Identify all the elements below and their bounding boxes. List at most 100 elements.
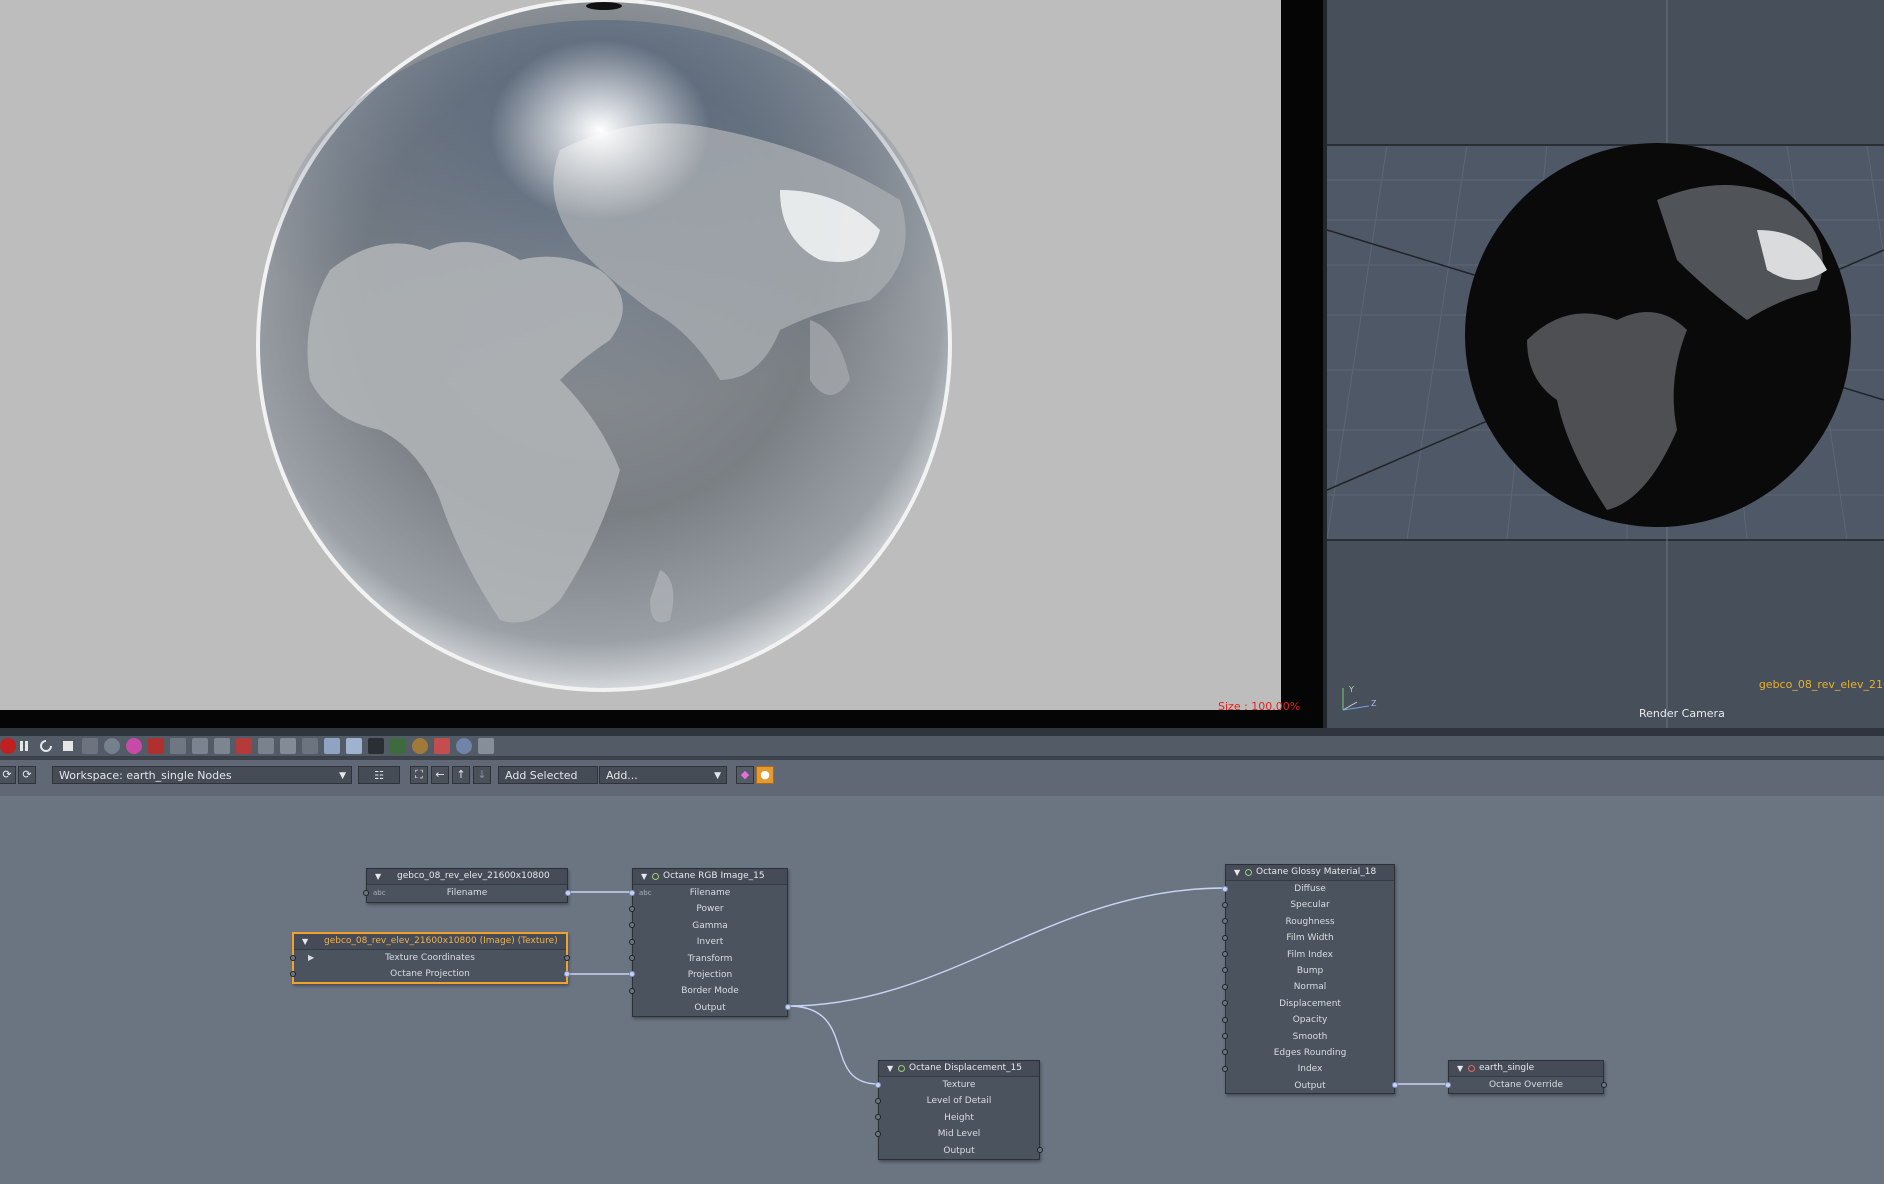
cube-icon[interactable] — [346, 738, 362, 754]
checker-icon[interactable] — [434, 738, 450, 754]
node-header[interactable]: ▼ gebco_08_rev_elev_21600x10800 (Image) … — [294, 934, 566, 950]
port-in-dot[interactable] — [1222, 918, 1228, 925]
camera-icon[interactable] — [104, 738, 120, 754]
port-out-dot[interactable] — [564, 954, 570, 961]
port-normal[interactable]: Normal — [1222, 979, 1394, 995]
fit-icon[interactable]: ⛶ — [410, 766, 428, 784]
node-displacement[interactable]: ▼ Octane Displacement_15 Texture Level o… — [875, 1060, 1043, 1160]
port-invert[interactable]: Invert — [629, 934, 787, 950]
port-opacity[interactable]: Opacity — [1222, 1012, 1394, 1028]
port-texture-coordinates[interactable]: ▶ Texture Coordinates — [290, 950, 570, 966]
focus-icon[interactable] — [280, 738, 296, 754]
port-mid-level[interactable]: Mid Level — [875, 1126, 1039, 1142]
af-icon[interactable] — [82, 738, 98, 754]
node-editor-canvas[interactable]: ▼ gebco_08_rev_elev_21600x10800 abc File… — [0, 796, 1884, 1184]
add-node-dropdown[interactable]: Add... ▼ — [599, 766, 727, 784]
collapse-triangle-icon[interactable]: ▼ — [887, 1061, 893, 1076]
port-in-dot[interactable] — [629, 922, 635, 929]
port-octane-override[interactable]: Octane Override — [1445, 1077, 1607, 1093]
port-octane-projection[interactable]: Octane Projection — [290, 966, 570, 982]
lock-icon[interactable] — [214, 738, 230, 754]
info-icon[interactable] — [170, 738, 186, 754]
port-roughness[interactable]: Roughness — [1222, 914, 1394, 930]
port-in-dot[interactable] — [875, 1114, 881, 1121]
port-in-dot[interactable] — [629, 905, 635, 912]
port-in-dot[interactable] — [1222, 983, 1228, 990]
port-in-dot[interactable] — [1445, 1081, 1451, 1088]
layout-button[interactable]: ☷ — [358, 766, 400, 784]
node-header[interactable]: ▼ Octane Glossy Material_18 — [1226, 865, 1394, 881]
port-gamma[interactable]: Gamma — [629, 918, 787, 934]
port-out-dot[interactable] — [564, 970, 570, 977]
pause-icon[interactable] — [16, 738, 32, 754]
port-height[interactable]: Height — [875, 1110, 1039, 1126]
node-rgb-image[interactable]: ▼ Octane RGB Image_15 abc Filename Power… — [629, 868, 791, 1017]
port-output[interactable]: Output — [879, 1143, 1043, 1159]
port-in-dot[interactable] — [875, 1081, 881, 1088]
node-header[interactable]: ▼ gebco_08_rev_elev_21600x10800 — [367, 869, 567, 885]
port-in-dot[interactable] — [629, 955, 635, 962]
expand-arrow-icon[interactable]: ▶ — [308, 950, 314, 966]
add-selected-button[interactable]: Add Selected — [498, 766, 598, 784]
port-texture[interactable]: Texture — [875, 1077, 1039, 1093]
restart-icon[interactable] — [38, 738, 54, 754]
clear-icon[interactable] — [236, 738, 252, 754]
port-in-dot[interactable] — [363, 889, 369, 896]
port-transform[interactable]: Transform — [629, 951, 787, 967]
port-power[interactable]: Power — [629, 901, 787, 917]
port-level-of-detail[interactable]: Level of Detail — [875, 1093, 1039, 1109]
refresh-icon[interactable]: ⟳ — [0, 766, 16, 784]
pick-icon[interactable] — [258, 738, 274, 754]
node-filename[interactable]: ▼ gebco_08_rev_elev_21600x10800 abc File… — [363, 868, 571, 903]
collapse-triangle-icon[interactable]: ▼ — [641, 869, 647, 884]
arrow-left-icon[interactable]: ← — [431, 766, 449, 784]
port-in-dot[interactable] — [1222, 1000, 1228, 1007]
port-in-dot[interactable] — [875, 1097, 881, 1104]
port-displacement[interactable]: Displacement — [1222, 996, 1394, 1012]
port-out-dot[interactable] — [1601, 1081, 1607, 1088]
port-output[interactable]: Output — [1226, 1078, 1398, 1094]
color-icon[interactable] — [126, 738, 142, 754]
node-image-texture[interactable]: ▼ gebco_08_rev_elev_21600x10800 (Image) … — [290, 932, 570, 984]
collapse-triangle-icon[interactable]: ▼ — [302, 934, 308, 949]
port-output[interactable]: Output — [633, 1000, 791, 1016]
port-in-dot[interactable] — [1222, 1033, 1228, 1040]
port-in-dot[interactable] — [1222, 1065, 1228, 1072]
region-icon[interactable] — [192, 738, 208, 754]
workspace-select[interactable]: Workspace: earth_single Nodes ▼ — [52, 766, 352, 784]
person-icon[interactable] — [412, 738, 428, 754]
record-icon[interactable] — [0, 738, 16, 754]
port-specular[interactable]: Specular — [1222, 897, 1394, 913]
port-in-dot[interactable] — [1222, 1049, 1228, 1056]
circle-toggle-icon[interactable]: ● — [756, 766, 774, 784]
node-earth-single[interactable]: ▼ earth_single Octane Override — [1445, 1060, 1607, 1094]
port-in-dot[interactable] — [629, 938, 635, 945]
diamond-icon[interactable]: ◆ — [736, 766, 754, 784]
arrow-down-icon[interactable]: ↓ — [473, 766, 491, 784]
port-in-dot[interactable] — [1222, 901, 1228, 908]
port-bump[interactable]: Bump — [1222, 963, 1394, 979]
document-icon[interactable] — [478, 738, 494, 754]
terminal-icon[interactable] — [368, 738, 384, 754]
image-icon[interactable] — [390, 738, 406, 754]
port-index[interactable]: Index — [1222, 1061, 1394, 1077]
node-header[interactable]: ▼ Octane RGB Image_15 — [633, 869, 787, 885]
red-channel-icon[interactable] — [148, 738, 164, 754]
port-border-mode[interactable]: Border Mode — [629, 983, 787, 999]
globe-icon[interactable] — [456, 738, 472, 754]
viewport-3d[interactable]: gebco_08_rev_elev_216 Render Camera Y Z — [1327, 0, 1884, 728]
port-edges-rounding[interactable]: Edges Rounding — [1222, 1045, 1394, 1061]
viewport-camera-label[interactable]: Render Camera — [1639, 707, 1725, 720]
port-filename[interactable]: abc Filename — [363, 885, 571, 901]
port-in-dot[interactable] — [290, 954, 296, 961]
sync-icon[interactable]: ⟳ — [18, 766, 36, 784]
collapse-triangle-icon[interactable]: ▼ — [1457, 1061, 1463, 1076]
settings-icon[interactable] — [302, 738, 318, 754]
port-in-dot[interactable] — [1222, 967, 1228, 974]
port-smooth[interactable]: Smooth — [1222, 1029, 1394, 1045]
node-header[interactable]: ▼ Octane Displacement_15 — [879, 1061, 1039, 1077]
port-in-dot[interactable] — [629, 889, 635, 896]
node-header[interactable]: ▼ earth_single — [1449, 1061, 1603, 1077]
port-in-dot[interactable] — [1222, 1016, 1228, 1023]
port-diffuse[interactable]: Diffuse — [1222, 881, 1394, 897]
